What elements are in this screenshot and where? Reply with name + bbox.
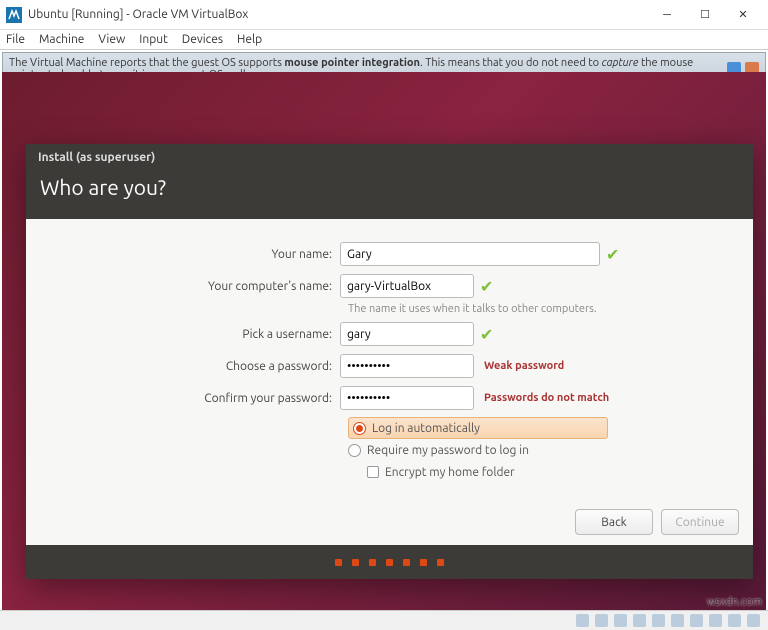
progress-dots <box>26 545 753 579</box>
label-username: Pick a username: <box>50 328 340 341</box>
option-require-password[interactable]: Require my password to log in <box>348 439 729 461</box>
dot-icon <box>369 559 376 566</box>
label-your-name: Your name: <box>50 248 340 261</box>
installer-footer: Back Continue <box>26 499 753 545</box>
minimize-button[interactable]: ─ <box>648 3 686 27</box>
your-name-input[interactable] <box>340 242 600 266</box>
check-icon: ✔ <box>606 245 619 264</box>
check-icon: ✔ <box>480 277 493 296</box>
weak-password-warning: Weak password <box>484 360 564 372</box>
vm-display: Install (as superuser) Who are you? Your… <box>2 72 766 610</box>
dot-icon <box>335 559 342 566</box>
menu-machine[interactable]: Machine <box>39 33 84 46</box>
net-icon[interactable] <box>633 614 646 627</box>
menu-file[interactable]: File <box>6 33 25 46</box>
menu-view[interactable]: View <box>98 33 125 46</box>
installer-titlebar: Install (as superuser) <box>26 144 753 171</box>
checkbox-icon <box>367 466 379 478</box>
dot-icon <box>403 559 410 566</box>
dot-icon <box>420 559 427 566</box>
mouse-icon[interactable] <box>728 614 741 627</box>
login-options: Log in automatically Require my password… <box>348 417 729 483</box>
menu-devices[interactable]: Devices <box>182 33 223 46</box>
window-title: Ubuntu [Running] - Oracle VM VirtualBox <box>28 8 648 21</box>
option-auto-login[interactable]: Log in automatically <box>348 417 608 439</box>
usb-icon[interactable] <box>652 614 665 627</box>
hd-icon[interactable] <box>576 614 589 627</box>
maximize-button[interactable]: ☐ <box>686 3 724 27</box>
label-computer-name: Your computer's name: <box>50 280 340 293</box>
audio-icon[interactable] <box>614 614 627 627</box>
cd-icon[interactable] <box>595 614 608 627</box>
dot-icon <box>386 559 393 566</box>
radio-icon <box>353 422 366 435</box>
check-icon: ✔ <box>480 325 493 344</box>
close-button[interactable]: ✕ <box>724 3 762 27</box>
radio-icon <box>348 444 361 457</box>
confirm-password-input[interactable] <box>340 386 474 410</box>
username-input[interactable] <box>340 322 474 346</box>
record-icon[interactable] <box>709 614 722 627</box>
menu-input[interactable]: Input <box>139 33 168 46</box>
shared-icon[interactable] <box>671 614 684 627</box>
installer-heading: Who are you? <box>26 171 753 219</box>
menu-help[interactable]: Help <box>237 33 262 46</box>
vm-statusbar <box>0 610 768 630</box>
watermark: wsxdn.com <box>707 596 762 608</box>
password-input[interactable] <box>340 354 474 378</box>
hostkey-icon[interactable] <box>747 614 760 627</box>
computer-name-hint: The name it uses when it talks to other … <box>348 303 729 315</box>
dot-icon <box>352 559 359 566</box>
computer-name-input[interactable] <box>340 274 474 298</box>
menubar: File Machine View Input Devices Help <box>0 30 768 50</box>
continue-button[interactable]: Continue <box>661 509 739 535</box>
password-mismatch-warning: Passwords do not match <box>484 392 609 404</box>
label-password: Choose a password: <box>50 360 340 373</box>
installer-body: Your name: ✔ Your computer's name: ✔ The… <box>26 219 753 499</box>
dot-icon <box>437 559 444 566</box>
label-confirm: Confirm your password: <box>50 392 340 405</box>
option-encrypt-home[interactable]: Encrypt my home folder <box>348 461 729 483</box>
window-titlebar: Ubuntu [Running] - Oracle VM VirtualBox … <box>0 0 768 30</box>
installer-window: Install (as superuser) Who are you? Your… <box>26 144 753 579</box>
back-button[interactable]: Back <box>575 509 653 535</box>
virtualbox-icon <box>6 7 22 23</box>
display-icon[interactable] <box>690 614 703 627</box>
